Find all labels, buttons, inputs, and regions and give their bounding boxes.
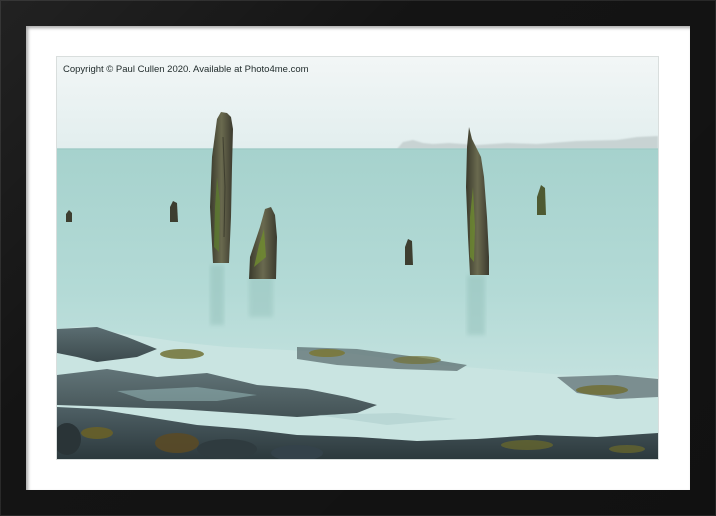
copyright-watermark: Copyright © Paul Cullen 2020. Available … [63, 64, 309, 75]
white-mount: Copyright © Paul Cullen 2020. Available … [26, 26, 690, 490]
seascape-image [57, 57, 658, 459]
seascape-photo: Copyright © Paul Cullen 2020. Available … [57, 57, 658, 459]
picture-frame: Copyright © Paul Cullen 2020. Available … [0, 0, 716, 516]
